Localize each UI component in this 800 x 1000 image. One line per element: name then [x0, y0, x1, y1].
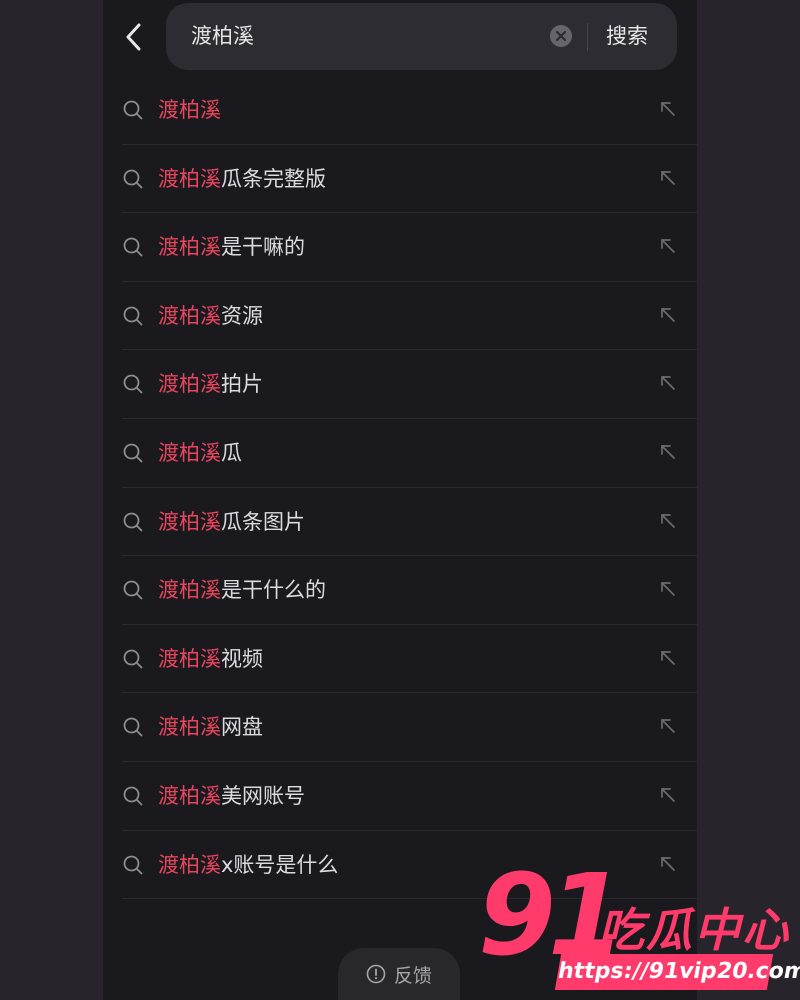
- suggestion-item[interactable]: 渡柏溪是干什么的: [122, 556, 697, 625]
- search-button[interactable]: 搜索: [606, 3, 648, 70]
- suggestion-highlight: 渡柏溪: [158, 235, 221, 260]
- screen: 搜索 渡柏溪渡柏溪瓜条完整版渡柏溪是干嘛的渡柏溪资源渡柏溪拍片渡柏溪瓜渡柏溪瓜条…: [0, 0, 800, 1000]
- suggestion-label: 渡柏溪美网账号: [158, 762, 305, 830]
- feedback-label: 反馈: [393, 964, 432, 987]
- suggestion-rest: 美网账号: [221, 783, 305, 808]
- suggestion-label: 渡柏溪瓜条完整版: [158, 145, 326, 213]
- suggestion-label: 渡柏溪视频: [158, 625, 263, 693]
- suggestion-label: 渡柏溪是干什么的: [158, 556, 326, 624]
- suggestion-item[interactable]: 渡柏溪是干嘛的: [122, 213, 697, 282]
- suggestion-highlight: 渡柏溪: [158, 783, 221, 808]
- suggestion-rest: 拍片: [221, 372, 263, 397]
- watermark-logo: 91 吃瓜中心 https://91vip20.com: [470, 856, 800, 1000]
- fill-arrow-icon[interactable]: [659, 443, 677, 461]
- suggestion-item[interactable]: 渡柏溪美网账号: [122, 762, 697, 831]
- search-icon: [123, 512, 143, 531]
- search-icon: [123, 580, 143, 600]
- suggestion-label: 渡柏溪瓜条图片: [158, 488, 305, 556]
- suggestion-highlight: 渡柏溪: [158, 578, 221, 603]
- suggestion-item[interactable]: 渡柏溪拍片: [122, 350, 697, 419]
- suggestion-highlight: 渡柏溪: [158, 98, 221, 122]
- back-arrow-icon: [126, 23, 141, 51]
- suggestion-rest: 瓜: [221, 440, 242, 465]
- search-icon: [123, 786, 143, 806]
- search-input[interactable]: [191, 3, 531, 70]
- suggestion-item[interactable]: 渡柏溪瓜条图片: [122, 488, 697, 557]
- fill-arrow-icon[interactable]: [659, 237, 677, 255]
- info-icon: [366, 964, 386, 984]
- suggestion-rest: 视频: [221, 646, 263, 671]
- suggestion-label: 渡柏溪资源: [158, 282, 263, 350]
- suggestion-rest: 资源: [221, 303, 263, 328]
- suggestion-highlight: 渡柏溪: [158, 646, 221, 671]
- fill-arrow-icon[interactable]: [659, 169, 677, 187]
- fill-arrow-icon[interactable]: [659, 649, 677, 667]
- search-icon: [123, 649, 143, 669]
- feedback-button[interactable]: 反馈: [338, 948, 460, 1000]
- clear-icon: [555, 30, 567, 42]
- suggestion-label: 渡柏溪x账号是什么: [158, 831, 338, 899]
- suggestion-highlight: 渡柏溪: [158, 715, 221, 740]
- search-icon: [123, 169, 143, 188]
- suggestion-rest: 是干嘛的: [221, 235, 305, 260]
- fill-arrow-icon[interactable]: [659, 580, 677, 598]
- suggestion-label: 渡柏溪网盘: [158, 693, 263, 761]
- search-icon: [123, 306, 143, 326]
- suggestion-item[interactable]: 渡柏溪瓜: [122, 419, 697, 488]
- suggestion-item[interactable]: 渡柏溪: [122, 76, 697, 145]
- suggestion-label: 渡柏溪: [158, 76, 221, 144]
- fill-arrow-icon[interactable]: [659, 717, 677, 735]
- suggestion-item[interactable]: 渡柏溪网盘: [122, 693, 697, 762]
- watermark-name: 吃瓜中心: [598, 903, 790, 957]
- suggestion-item[interactable]: 渡柏溪视频: [122, 625, 697, 694]
- suggestion-rest: x账号是什么: [221, 852, 339, 877]
- search-box: 搜索: [166, 3, 677, 70]
- search-icon: [123, 374, 143, 394]
- suggestion-rest: 瓜条完整版: [221, 166, 326, 191]
- suggestion-highlight: 渡柏溪: [158, 852, 221, 877]
- fill-arrow-icon[interactable]: [659, 512, 677, 530]
- search-icon: [123, 717, 143, 737]
- suggestion-rest: 是干什么的: [221, 578, 326, 603]
- suggestion-highlight: 渡柏溪: [158, 372, 221, 397]
- back-button[interactable]: [117, 18, 151, 56]
- suggestion-item[interactable]: 渡柏溪瓜条完整版: [122, 145, 697, 214]
- suggestion-rest: 瓜条图片: [221, 509, 305, 534]
- suggestion-label: 渡柏溪瓜: [158, 419, 242, 487]
- fill-arrow-icon[interactable]: [659, 786, 677, 804]
- phone-frame: 搜索 渡柏溪渡柏溪瓜条完整版渡柏溪是干嘛的渡柏溪资源渡柏溪拍片渡柏溪瓜渡柏溪瓜条…: [103, 0, 697, 1000]
- suggestion-list: 渡柏溪 渡柏溪瓜条完整版 渡柏溪是干嘛的 渡柏溪资源 渡柏溪拍片 渡柏溪瓜 渡柏溪瓜条图片渡…: [103, 76, 697, 900]
- search-icon: [123, 100, 143, 120]
- fill-arrow-icon[interactable]: [659, 100, 677, 118]
- fill-arrow-icon[interactable]: [659, 374, 677, 392]
- fill-arrow-icon[interactable]: [659, 306, 677, 324]
- clear-button[interactable]: [550, 25, 572, 47]
- search-divider: [587, 23, 588, 51]
- suggestion-label: 渡柏溪是干嘛的: [158, 213, 305, 281]
- suggestion-highlight: 渡柏溪: [158, 303, 221, 328]
- watermark-url: https://91vip20.com: [554, 954, 800, 990]
- suggestion-label: 渡柏溪拍片: [158, 350, 263, 418]
- search-icon: [123, 443, 143, 463]
- suggestion-highlight: 渡柏溪: [158, 440, 221, 465]
- suggestion-item[interactable]: 渡柏溪资源: [122, 282, 697, 351]
- search-header: 搜索: [103, 0, 697, 76]
- suggestion-highlight: 渡柏溪: [158, 166, 221, 191]
- suggestion-rest: 网盘: [221, 715, 263, 740]
- suggestion-highlight: 渡柏溪: [158, 509, 221, 534]
- search-icon: [123, 855, 143, 874]
- search-icon: [123, 237, 143, 257]
